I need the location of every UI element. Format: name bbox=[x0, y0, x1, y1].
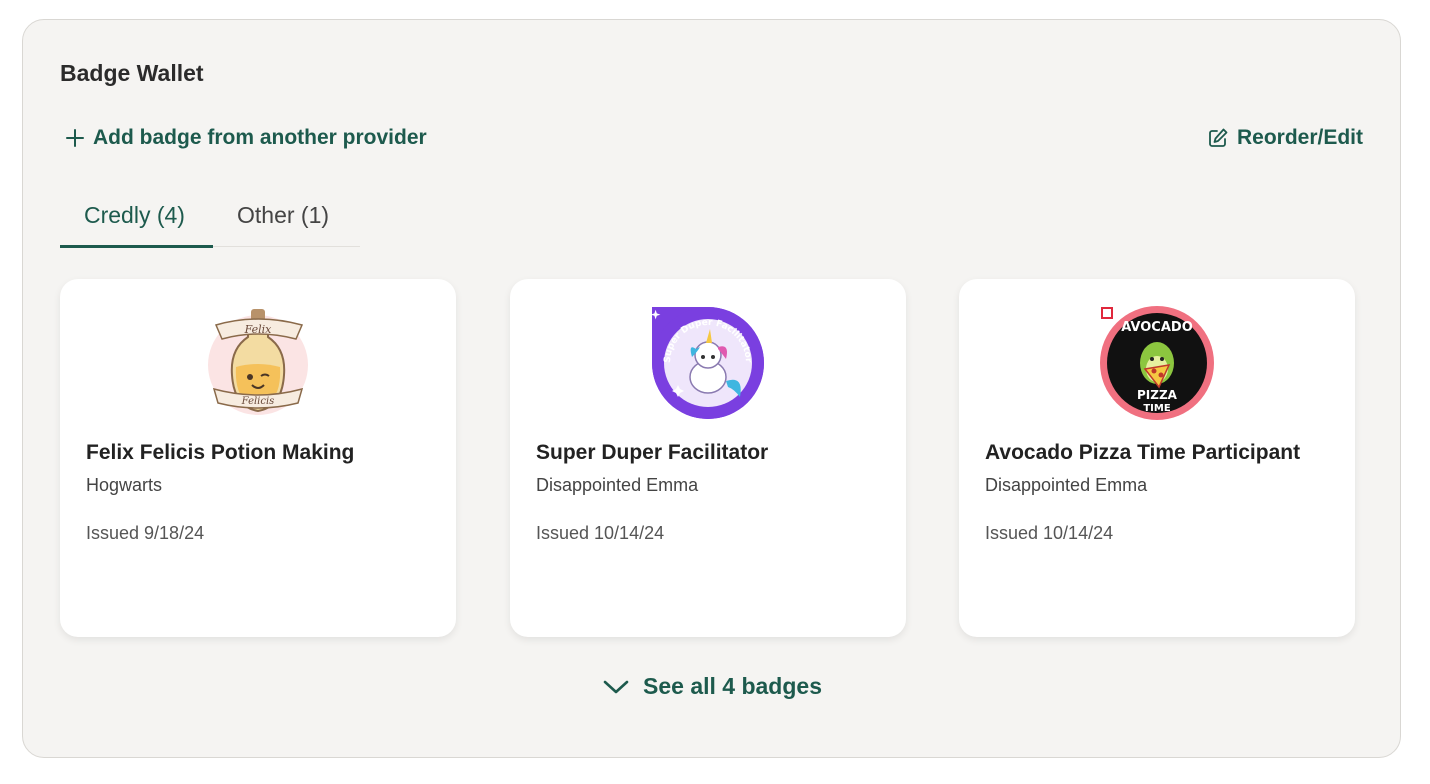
badge-name: Avocado Pizza Time Participant bbox=[985, 441, 1301, 464]
edit-icon bbox=[1209, 128, 1228, 147]
badge-name: Super Duper Facilitator bbox=[536, 441, 769, 464]
badge-card[interactable]: Felix Felicis Felix Felicis Potion Makin… bbox=[60, 279, 456, 637]
badge-issued-date: Issued 9/18/24 bbox=[86, 523, 205, 543]
unicorn-facilitator-badge: Super Duper Facilitator bbox=[650, 307, 764, 419]
badge-issued-date: Issued 10/14/24 bbox=[985, 523, 1114, 543]
avocado-art-text: AVOCADO bbox=[1121, 320, 1193, 335]
tab-other[interactable]: Other (1) bbox=[237, 202, 329, 229]
felicis-banner-text: Felicis bbox=[241, 396, 275, 407]
wallet-title: Badge Wallet bbox=[60, 60, 204, 86]
felix-felicis-potion-badge: Felix Felicis bbox=[208, 309, 308, 415]
badge-issuer: Disappointed Emma bbox=[536, 475, 699, 495]
plus-icon bbox=[66, 129, 84, 147]
badge-tabs: Credly (4) Other (1) bbox=[60, 190, 360, 248]
see-all-label: See all 4 badges bbox=[643, 673, 822, 699]
reorder-edit-label: Reorder/Edit bbox=[1236, 126, 1363, 149]
active-tab-indicator bbox=[60, 245, 213, 248]
add-badge-label: Add badge from another provider bbox=[93, 126, 427, 149]
pizza-art-text: PIZZA bbox=[1137, 388, 1178, 402]
badge-name: Felix Felicis Potion Making bbox=[86, 441, 355, 464]
felix-banner-text: Felix bbox=[244, 323, 273, 336]
time-art-text: TIME bbox=[1143, 403, 1170, 414]
add-badge-button[interactable]: Add badge from another provider bbox=[65, 126, 427, 150]
see-all-badges-button[interactable]: See all 4 badges bbox=[603, 673, 822, 700]
badge-card[interactable]: Super Duper Facilitator Super Duper Faci… bbox=[510, 279, 906, 637]
badge-issued-date: Issued 10/14/24 bbox=[536, 523, 665, 543]
badge-wallet-panel: Badge Wallet Add badge from another prov… bbox=[22, 19, 1401, 758]
avocado-pizza-badge: AVOCADO PIZZA TIME bbox=[1100, 306, 1214, 420]
tab-credly[interactable]: Credly (4) bbox=[84, 202, 185, 229]
badge-issuer: Hogwarts bbox=[86, 475, 163, 495]
badge-card[interactable]: AVOCADO PIZZA TIME Avocado Pizza Time Pa… bbox=[959, 279, 1355, 637]
chevron-down-icon bbox=[603, 680, 629, 693]
badge-issuer: Disappointed Emma bbox=[985, 475, 1148, 495]
reorder-edit-button[interactable]: Reorder/Edit bbox=[1207, 126, 1363, 150]
